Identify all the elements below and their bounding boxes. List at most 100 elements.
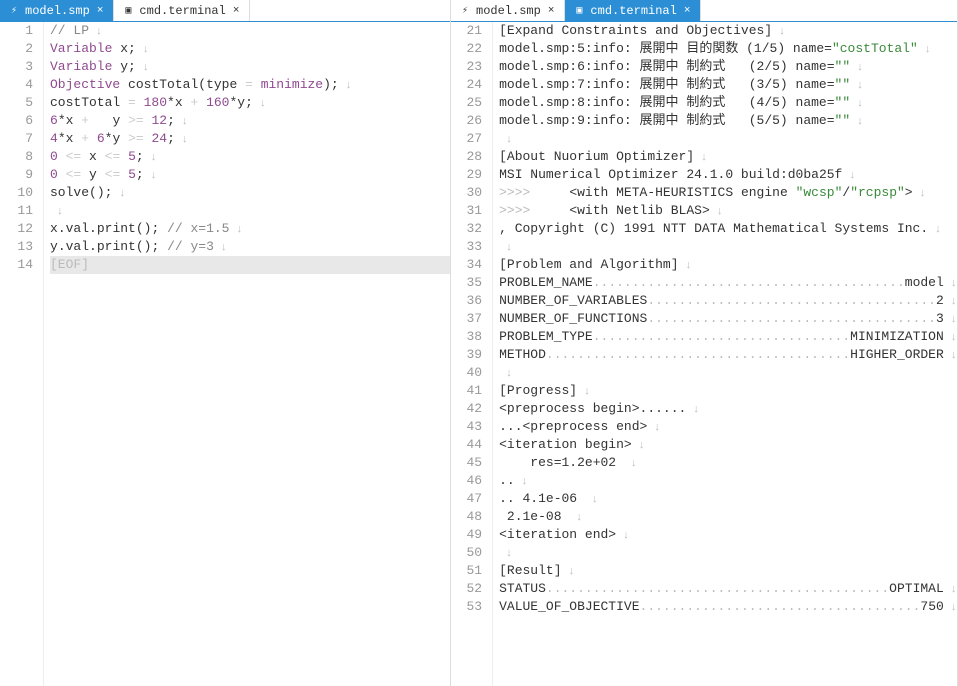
code-line[interactable]: .. 4.1e-06 ↓ <box>499 490 957 508</box>
close-icon[interactable]: × <box>95 5 106 17</box>
code-token: >= <box>120 113 151 128</box>
code-token: minimize <box>261 77 323 92</box>
code-line[interactable]: [Problem and Algorithm] ↓ <box>499 256 957 274</box>
code-line[interactable]: MSI Numerical Optimizer 24.1.0 build:d0b… <box>499 166 957 184</box>
code-line[interactable]: >>>> <with META-HEURISTICS engine "wcsp"… <box>499 184 957 202</box>
eol-icon: ↓ <box>499 134 512 146</box>
eol-icon: ↓ <box>944 332 957 344</box>
code-line[interactable]: <iteration end> ↓ <box>499 526 957 544</box>
line-number: 27 <box>451 130 482 148</box>
code-line[interactable]: costTotal = 180*x + 160*y; ↓ <box>50 94 450 112</box>
code-line[interactable]: METHOD..................................… <box>499 346 957 364</box>
code-line[interactable]: [Expand Constraints and Objectives] ↓ <box>499 22 957 40</box>
code-line[interactable]: model.smp:6:info: 展開中 制約式 (2/5) name="" … <box>499 58 957 76</box>
code-token: x <box>175 95 183 110</box>
code-token: x <box>89 149 97 164</box>
code-line[interactable]: [Progress] ↓ <box>499 382 957 400</box>
code-token: 180 <box>144 95 167 110</box>
code-token: 12 <box>151 113 167 128</box>
right-code[interactable]: [Expand Constraints and Objectives] ↓mod… <box>493 22 957 686</box>
tab-label: cmd.terminal <box>590 4 676 18</box>
code-line[interactable]: model.smp:7:info: 展開中 制約式 (3/5) name="" … <box>499 76 957 94</box>
left-tab-cmd-terminal[interactable]: ▣cmd.terminal× <box>114 0 250 21</box>
code-token: .. 4.1e-06 <box>499 491 585 506</box>
code-line[interactable]: res=1.2e+02 ↓ <box>499 454 957 472</box>
code-line[interactable]: PROBLEM_NAME............................… <box>499 274 957 292</box>
code-line[interactable]: y.val.print(); // y=3 ↓ <box>50 238 450 256</box>
code-line[interactable]: STATUS..................................… <box>499 580 957 598</box>
code-line[interactable]: [About Nuorium Optimizer] ↓ <box>499 148 957 166</box>
right-tab-model-smp[interactable]: ⚡model.smp× <box>451 0 565 21</box>
code-line[interactable]: >>>> <with Netlib BLAS> ↓ <box>499 202 957 220</box>
code-token: 0 <box>50 167 58 182</box>
code-token: ; <box>136 149 144 164</box>
code-token: "" <box>835 113 851 128</box>
close-icon[interactable]: × <box>231 5 242 17</box>
code-token: . <box>58 221 66 236</box>
code-line[interactable]: PROBLEM_TYPE............................… <box>499 328 957 346</box>
code-line[interactable]: 0 <= y <= 5; ↓ <box>50 166 450 184</box>
left-gutter: 1234567891011121314 <box>0 22 44 686</box>
right-tab-cmd-terminal[interactable]: ▣cmd.terminal× <box>565 0 701 21</box>
code-line[interactable]: solve(); ↓ <box>50 184 450 202</box>
line-number: 11 <box>0 202 33 220</box>
code-token: * <box>58 131 66 146</box>
code-token: + <box>183 95 206 110</box>
code-line[interactable]: NUMBER_OF_VARIABLES.....................… <box>499 292 957 310</box>
code-token: STATUS <box>499 581 546 596</box>
code-line[interactable]: Objective costTotal(type = minimize); ↓ <box>50 76 450 94</box>
code-token: model.smp:6:info: 展開中 制約式 (2/5) name= <box>499 59 834 74</box>
code-line[interactable]: // LP ↓ <box>50 22 450 40</box>
eol-icon: ↓ <box>944 602 957 614</box>
line-number: 35 <box>451 274 482 292</box>
eol-icon: ↓ <box>679 260 692 272</box>
code-line[interactable]: NUMBER_OF_FUNCTIONS.....................… <box>499 310 957 328</box>
code-line[interactable]: [EOF] <box>50 256 450 274</box>
code-line[interactable]: [Result] ↓ <box>499 562 957 580</box>
code-line[interactable]: model.smp:8:info: 展開中 制約式 (4/5) name="" … <box>499 94 957 112</box>
code-line[interactable]: Variable y; ↓ <box>50 58 450 76</box>
code-token: <= <box>97 167 128 182</box>
code-line[interactable]: 0 <= x <= 5; ↓ <box>50 148 450 166</box>
code-token: ..................................... <box>647 293 936 308</box>
code-line[interactable]: , Copyright (C) 1991 NTT DATA Mathematic… <box>499 220 957 238</box>
code-token: y <box>120 59 128 74</box>
right-gutter: 2122232425262728293031323334353637383940… <box>451 22 493 686</box>
close-icon[interactable]: × <box>682 5 693 17</box>
eol-icon: ↓ <box>918 44 931 56</box>
close-icon[interactable]: × <box>546 5 557 17</box>
code-line[interactable]: .. ↓ <box>499 472 957 490</box>
code-line[interactable]: VALUE_OF_OBJECTIVE......................… <box>499 598 957 616</box>
eol-icon: ↓ <box>339 80 352 92</box>
eol-icon: ↓ <box>577 386 590 398</box>
line-number: 45 <box>451 454 482 472</box>
left-code[interactable]: // LP ↓Variable x; ↓Variable y; ↓Objecti… <box>44 22 450 686</box>
code-line[interactable]: ↓ <box>50 202 450 220</box>
code-line[interactable]: ↓ <box>499 238 957 256</box>
code-line[interactable]: ↓ <box>499 364 957 382</box>
code-token: val <box>66 239 89 254</box>
right-editor[interactable]: 2122232425262728293031323334353637383940… <box>451 22 957 686</box>
code-token: y <box>50 239 58 254</box>
code-token: (); <box>136 221 159 236</box>
code-line[interactable]: 6*x + y >= 12; ↓ <box>50 112 450 130</box>
code-line[interactable]: ↓ <box>499 544 957 562</box>
code-line[interactable]: x.val.print(); // x=1.5 ↓ <box>50 220 450 238</box>
left-tab-model-smp[interactable]: ⚡model.smp× <box>0 0 114 21</box>
code-token: 160 <box>206 95 229 110</box>
code-token: ................................. <box>593 329 850 344</box>
code-line[interactable]: model.smp:9:info: 展開中 制約式 (5/5) name="" … <box>499 112 957 130</box>
code-line[interactable]: <iteration begin> ↓ <box>499 436 957 454</box>
line-number: 1 <box>0 22 33 40</box>
code-line[interactable]: model.smp:5:info: 展開中 目的関数 (1/5) name="c… <box>499 40 957 58</box>
code-token: // y=3 <box>167 239 214 254</box>
code-line[interactable]: ...<preprocess end> ↓ <box>499 418 957 436</box>
code-line[interactable]: <preprocess begin>...... ↓ <box>499 400 957 418</box>
code-token: x <box>120 41 128 56</box>
code-line[interactable]: 2.1e-08 ↓ <box>499 508 957 526</box>
code-line[interactable]: 4*x + 6*y >= 24; ↓ <box>50 130 450 148</box>
code-line[interactable]: Variable x; ↓ <box>50 40 450 58</box>
left-editor[interactable]: 1234567891011121314 // LP ↓Variable x; ↓… <box>0 22 450 686</box>
file-icon: ⚡ <box>8 5 20 17</box>
code-line[interactable]: ↓ <box>499 130 957 148</box>
